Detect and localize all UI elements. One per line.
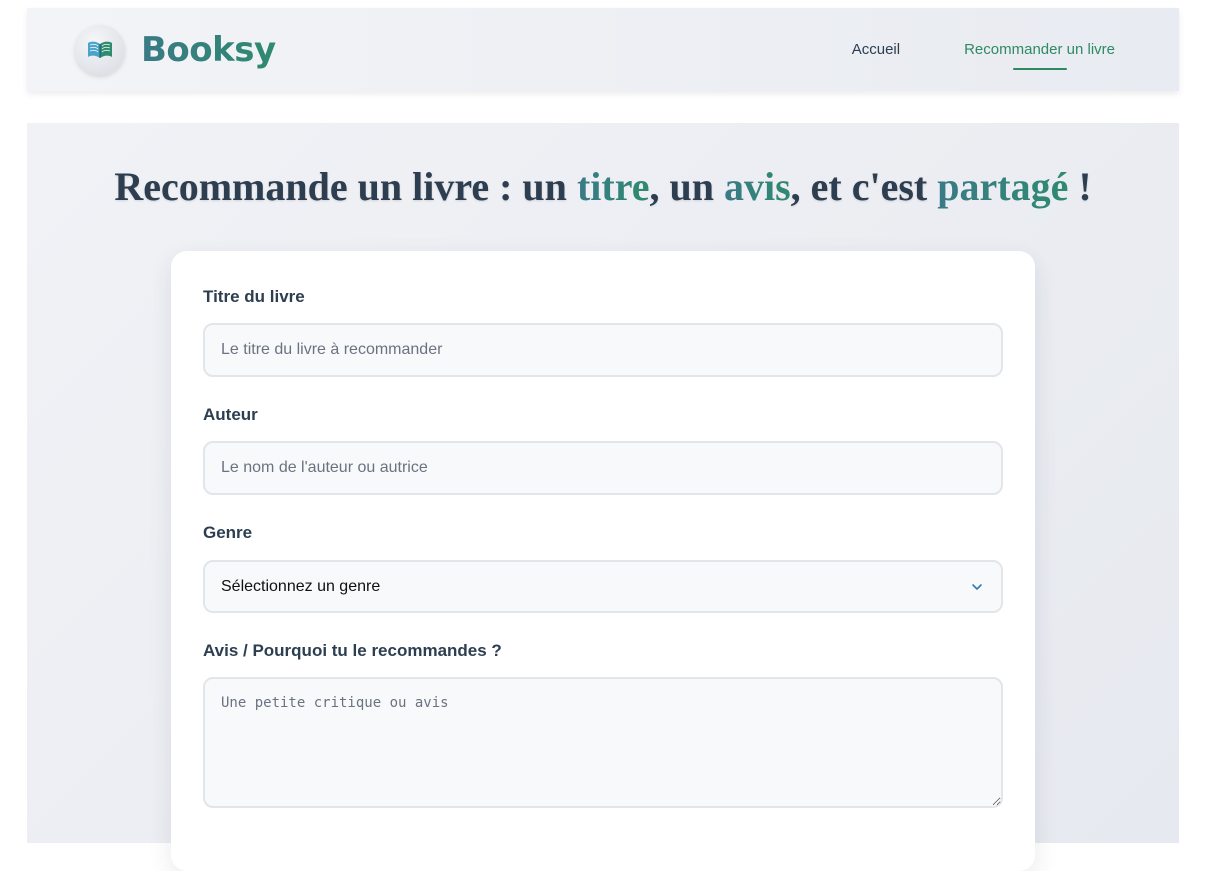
brand-logo[interactable]: Booksy [75,25,276,75]
logo-badge [75,25,125,75]
title-text-2: , un [649,164,724,209]
genre-label: Genre [203,523,253,542]
brand-name: Booksy [141,30,276,70]
title-highlight-avis: avis [723,164,791,209]
main-content: Recommande un livre : un titre, un avis,… [27,123,1179,871]
open-book-icon [88,41,112,58]
title-text-1: Recommande un livre : un [114,164,577,209]
title-highlight-titre: titre [576,164,650,209]
review-textarea[interactable] [203,677,1003,808]
genre-select[interactable]: Sélectionnez un genre [203,560,1003,613]
nav-link-recommander[interactable]: Recommander un livre [964,41,1115,58]
genre-select-value: Sélectionnez un genre [221,577,381,595]
site-header: Booksy Accueil Recommander un livre [27,8,1179,91]
title-highlight-partage: partagé [937,164,1069,209]
author-label: Auteur [203,405,258,424]
page-title: Recommande un livre : un titre, un avis,… [27,163,1179,210]
recommendation-form: Titre du livre Auteur Genre Sélectionnez… [171,251,1035,871]
title-text-3: , et c'est [790,164,938,209]
book-title-input[interactable] [203,323,1003,377]
title-text-4: ! [1068,164,1092,209]
book-title-label: Titre du livre [203,287,305,306]
review-label: Avis / Pourquoi tu le recommandes ? [203,641,502,660]
nav-link-accueil[interactable]: Accueil [852,41,900,58]
chevron-down-icon [971,583,983,591]
main-nav: Accueil Recommander un livre [852,41,1115,58]
author-input[interactable] [203,441,1003,495]
